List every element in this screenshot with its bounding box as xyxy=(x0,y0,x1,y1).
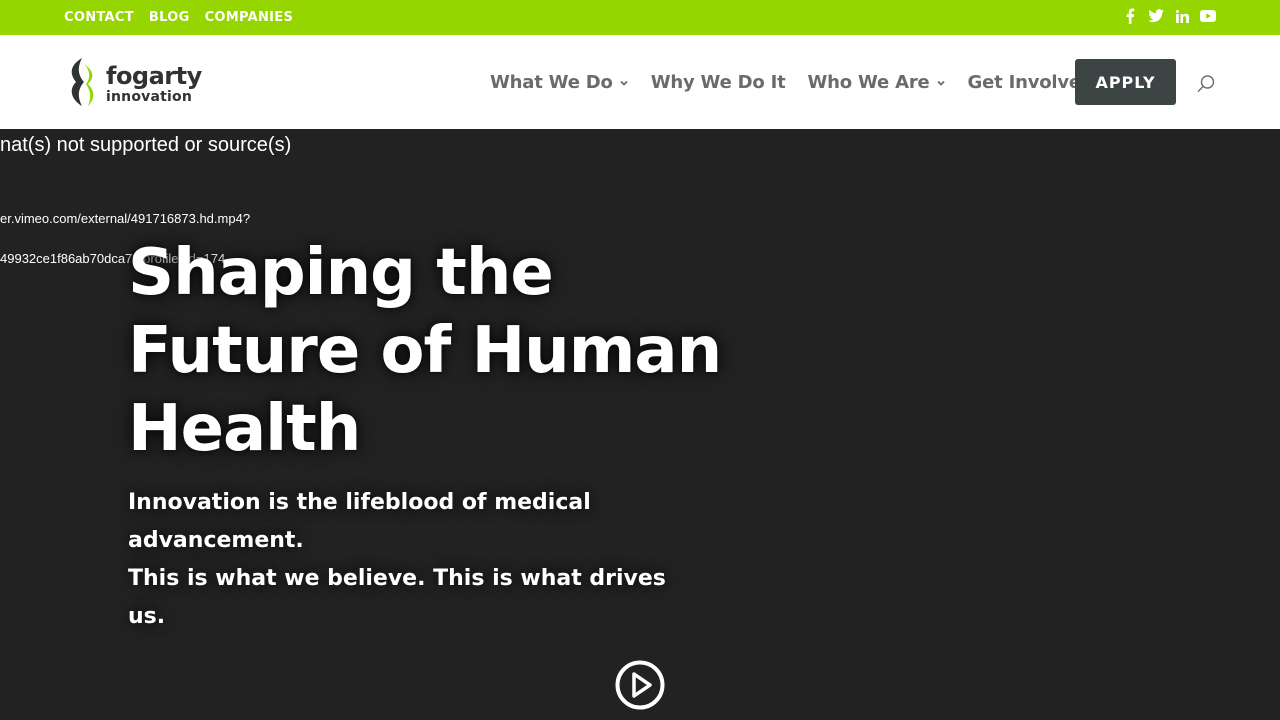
hero-subtitle-line: This is what we believe. This is what dr… xyxy=(128,566,666,629)
linkedin-icon[interactable] xyxy=(1174,8,1190,24)
search-icon[interactable] xyxy=(1196,74,1216,94)
nav-item-who-we-are[interactable]: Who We Are xyxy=(808,72,946,93)
nav-item-why-we-do-it[interactable]: Why We Do It xyxy=(651,72,786,93)
hero-title: Shaping the Future of Human Health xyxy=(128,236,722,466)
top-link-companies[interactable]: COMPANIES xyxy=(205,10,294,25)
apply-button[interactable]: APPLY xyxy=(1075,59,1176,105)
top-link-contact[interactable]: CONTACT xyxy=(64,10,134,25)
main-header: fogarty innovation What We Do Why We Do … xyxy=(0,35,1280,129)
logo-text: fogarty innovation xyxy=(106,64,202,104)
nav-label: What We Do xyxy=(490,71,613,93)
nav-item-what-we-do[interactable]: What We Do xyxy=(490,72,629,93)
hero-section: nat(s) not supported or source(s) er.vim… xyxy=(0,129,1280,720)
facebook-icon[interactable] xyxy=(1122,8,1138,24)
logo-mark-icon xyxy=(71,58,94,106)
video-error-line: nat(s) not supported or source(s) xyxy=(0,134,292,156)
logo-subtitle: innovation xyxy=(106,89,192,105)
fogarty-logo[interactable]: fogarty innovation xyxy=(66,56,206,108)
main-nav: What We Do Why We Do It Who We Are Get I… xyxy=(490,35,1110,129)
video-error-line: er.vimeo.com/external/491716873.hd.mp4? xyxy=(0,211,251,226)
logo-name: fogarty xyxy=(106,62,202,90)
social-links xyxy=(1122,8,1216,24)
chevron-down-icon xyxy=(936,80,945,86)
nav-label: Who We Are xyxy=(807,71,930,93)
top-link-blog[interactable]: BLOG xyxy=(149,10,190,25)
youtube-icon[interactable] xyxy=(1200,8,1216,24)
hero-subtitle-line: Innovation is the lifeblood of medical a… xyxy=(128,490,591,553)
top-bar: CONTACT BLOG COMPANIES xyxy=(0,0,1280,35)
chevron-down-icon xyxy=(620,80,628,86)
hero-subtitle: Innovation is the lifeblood of medical a… xyxy=(128,484,688,636)
nav-label: Why We Do It xyxy=(650,71,786,93)
top-bar-links: CONTACT BLOG COMPANIES xyxy=(64,10,293,25)
twitter-icon[interactable] xyxy=(1148,8,1164,24)
play-circle-icon[interactable] xyxy=(615,660,665,710)
